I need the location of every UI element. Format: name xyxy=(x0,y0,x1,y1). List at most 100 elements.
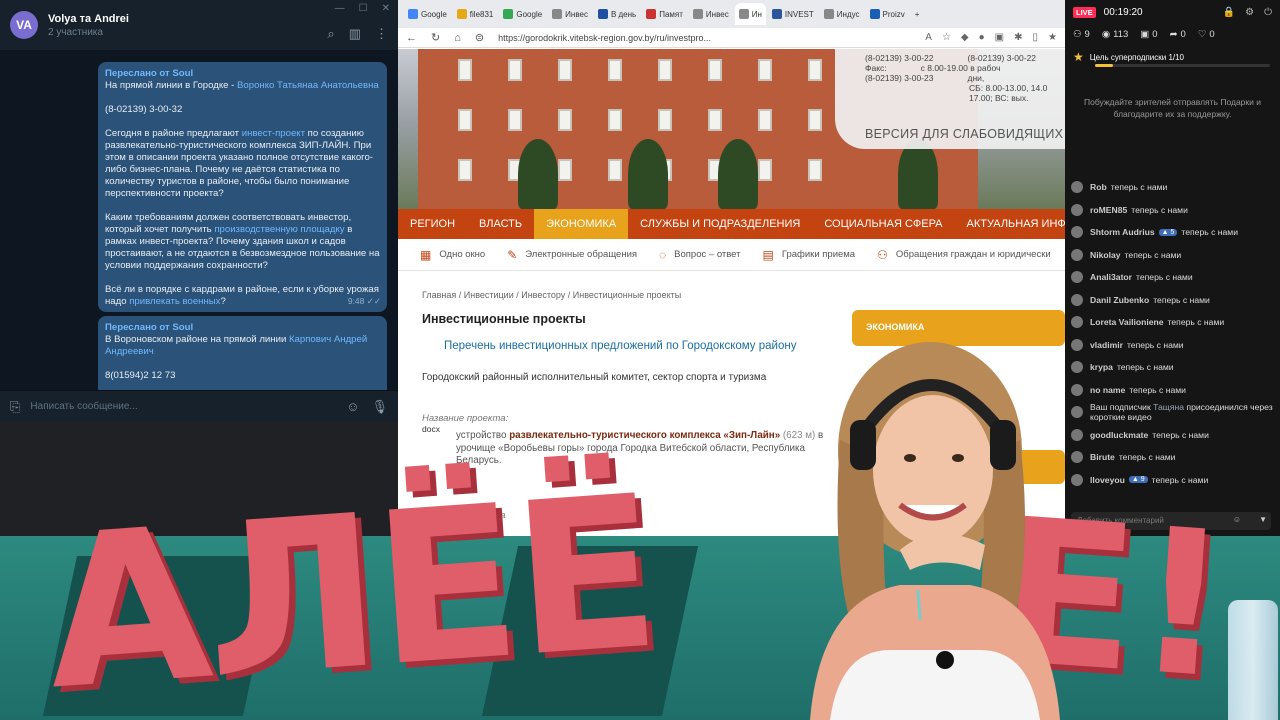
feed-username[interactable]: Rob xyxy=(1090,182,1107,192)
subnav-one-window[interactable]: ▦ Одно окно xyxy=(420,248,485,262)
feed-username[interactable]: vladimir xyxy=(1090,340,1123,350)
send-icon[interactable]: ▼ xyxy=(1259,515,1267,524)
maximize-icon[interactable]: ☐ xyxy=(359,3,368,14)
new-tab-button[interactable]: + xyxy=(911,3,924,25)
feed-username[interactable]: Birute xyxy=(1090,452,1115,462)
emoji-icon[interactable]: ☺ xyxy=(346,399,359,414)
avatar[interactable] xyxy=(1071,226,1083,239)
avatar[interactable] xyxy=(1071,316,1083,329)
avatar[interactable] xyxy=(1071,271,1083,284)
feed-username[interactable]: goodluckmate xyxy=(1090,430,1148,440)
chat-avatar[interactable]: VA xyxy=(10,11,38,39)
subnav-schedules[interactable]: ▤ Графики приема xyxy=(763,248,856,262)
avatar[interactable] xyxy=(1071,361,1083,374)
avatar[interactable] xyxy=(1071,181,1083,194)
forwarded-label[interactable]: Переслано от Soul xyxy=(105,322,193,333)
feed-item[interactable]: Birute теперь с нами xyxy=(1071,446,1276,469)
feed-username[interactable]: Loreta Vailioniene xyxy=(1090,317,1164,327)
favorite-star-icon[interactable]: ☆ xyxy=(942,32,951,43)
main-nav-item[interactable]: РЕГИОН xyxy=(398,209,467,239)
low-vision-version-button[interactable]: ВЕРСИЯ ДЛЯ СЛАБОВИДЯЩИХ xyxy=(865,127,1063,141)
feed-item[interactable]: roMEN85 теперь с нами xyxy=(1071,199,1276,222)
super-subscription-goal[interactable]: ★ Цель суперподписки 1/10 xyxy=(1065,44,1280,70)
favorites-icon[interactable]: ★ xyxy=(1048,32,1057,43)
invest-project-link[interactable]: инвест-проект xyxy=(242,128,305,139)
message-bubble[interactable]: Переслано от Soul В Вороновском районе н… xyxy=(98,316,387,390)
sidebar-toggle-icon[interactable]: ▥ xyxy=(349,26,361,42)
lock-icon[interactable]: 🔒 xyxy=(1223,7,1235,18)
main-nav-item[interactable]: АКТУАЛЬНАЯ ИНФОРМ xyxy=(955,209,1065,239)
message-input[interactable]: Написать сообщение... xyxy=(30,401,334,412)
browser-tab[interactable]: Ин xyxy=(734,3,766,25)
main-nav-item[interactable]: СЛУЖБЫ И ПОДРАЗДЕЛЕНИЯ xyxy=(628,209,812,239)
avatar[interactable] xyxy=(1071,428,1083,441)
feed-item[interactable]: Shtorm Audrius ▲ 5 теперь с нами xyxy=(1071,221,1276,244)
subnav-e-appeals[interactable]: ✎ Электронные обращения xyxy=(507,248,637,262)
main-nav-item[interactable]: СОЦИАЛЬНАЯ СФЕРА xyxy=(812,209,954,239)
avatar[interactable] xyxy=(1071,383,1083,396)
feed-item[interactable]: kryра теперь с нами xyxy=(1071,356,1276,379)
read-aloud-icon[interactable]: A xyxy=(925,32,932,43)
feed-username[interactable]: no name xyxy=(1090,385,1125,395)
emoji-icon[interactable]: ☺ xyxy=(1233,515,1241,524)
extensions-puzzle-icon[interactable]: ✱ xyxy=(1014,32,1022,43)
home-icon[interactable]: ⌂ xyxy=(454,32,461,44)
site-info-icon[interactable]: ⊜ xyxy=(475,31,484,44)
browser-tab[interactable]: Google xyxy=(404,3,451,25)
main-nav-item[interactable]: ЭКОНОМИКА xyxy=(534,209,629,239)
attach-icon[interactable]: ⎘ xyxy=(10,399,20,415)
minimize-icon[interactable]: — xyxy=(335,3,345,14)
browser-tab[interactable]: INVEST xyxy=(768,3,818,25)
feed-username[interactable]: Anali3ator xyxy=(1090,272,1132,282)
avatar[interactable] xyxy=(1071,203,1083,216)
browser-tab[interactable]: Памят xyxy=(642,3,687,25)
feed-item[interactable]: Loreta Vailioniene теперь с нами xyxy=(1071,311,1276,334)
browser-tab[interactable]: Инвес xyxy=(689,3,733,25)
back-icon[interactable]: ← xyxy=(406,32,417,44)
feed-item[interactable]: goodluckmate теперь с нами xyxy=(1071,424,1276,447)
feed-item[interactable]: Rob теперь с нами xyxy=(1071,176,1276,199)
browser-tab[interactable]: В день xyxy=(594,3,640,25)
split-screen-icon[interactable]: ▯ xyxy=(1033,32,1039,43)
avatar[interactable] xyxy=(1071,451,1083,464)
close-icon[interactable]: ✕ xyxy=(382,3,390,14)
microphone-icon[interactable]: 🎙 xyxy=(371,399,388,415)
more-menu-icon[interactable]: ⋮ xyxy=(375,26,388,42)
military-link[interactable]: привлекать военных xyxy=(129,296,220,307)
main-nav-item[interactable]: ВЛАСТЬ xyxy=(467,209,534,239)
message-bubble[interactable]: Переслано от Soul На прямой линии в Горо… xyxy=(98,62,387,312)
viewer-feed[interactable]: Rob теперь с нами roMEN85 теперь с нами Shto… xyxy=(1071,176,1276,491)
browser-tab[interactable]: file831 xyxy=(453,3,498,25)
power-icon[interactable]: ⏻ xyxy=(1264,7,1272,18)
subnav-citizen-appeals[interactable]: ⚇ Обращения граждан и юридически xyxy=(877,248,1051,262)
browser-tab[interactable]: Proizv xyxy=(866,3,909,25)
feed-username[interactable]: Shtorm Audrius xyxy=(1090,227,1155,237)
extension-icon[interactable]: ● xyxy=(979,32,985,43)
forwarded-label[interactable]: Переслано от Soul xyxy=(105,68,193,79)
subnav-qa[interactable]: ◌ Вопрос – ответ xyxy=(659,248,740,262)
breadcrumb[interactable]: Главная / Инвестиции / Инвестору / Инвес… xyxy=(422,290,842,300)
production-site-link[interactable]: производственную площадку xyxy=(214,224,344,235)
feed-username[interactable]: roMEN85 xyxy=(1090,205,1127,215)
feed-item[interactable]: Nikolay теперь с нами xyxy=(1071,244,1276,267)
browser-tab[interactable]: Инвес xyxy=(548,3,592,25)
avatar[interactable] xyxy=(1071,293,1083,306)
feed-username[interactable]: Nikolay xyxy=(1090,250,1121,260)
avatar[interactable] xyxy=(1071,406,1083,419)
feed-username[interactable]: Danil Zubenko xyxy=(1090,295,1149,305)
feed-item[interactable]: vladimir теперь с нами xyxy=(1071,334,1276,357)
feed-item[interactable]: Anali3ator теперь с нами xyxy=(1071,266,1276,289)
extension-icon[interactable]: ◆ xyxy=(961,32,969,43)
extension-icon[interactable]: ▣ xyxy=(995,32,1004,43)
mention-link[interactable]: Воронко Татьянаа Анатольевна xyxy=(237,80,379,91)
message-list[interactable]: Переслано от Soul На прямой линии в Горо… xyxy=(0,50,398,390)
avatar[interactable] xyxy=(1071,338,1083,351)
settings-gear-icon[interactable]: ⚙ xyxy=(1245,7,1254,18)
feed-username[interactable]: kryра xyxy=(1090,362,1113,372)
url-field[interactable]: https://gorodokrik.vitebsk-region.gov.by… xyxy=(498,33,911,43)
reload-icon[interactable]: ↻ xyxy=(431,31,440,44)
avatar[interactable] xyxy=(1071,248,1083,261)
search-icon[interactable]: ⌕ xyxy=(327,26,334,42)
chat-title-block[interactable]: Volya та Andrei 2 участника xyxy=(48,13,129,38)
feed-item[interactable]: Danil Zubenko теперь с нами xyxy=(1071,289,1276,312)
